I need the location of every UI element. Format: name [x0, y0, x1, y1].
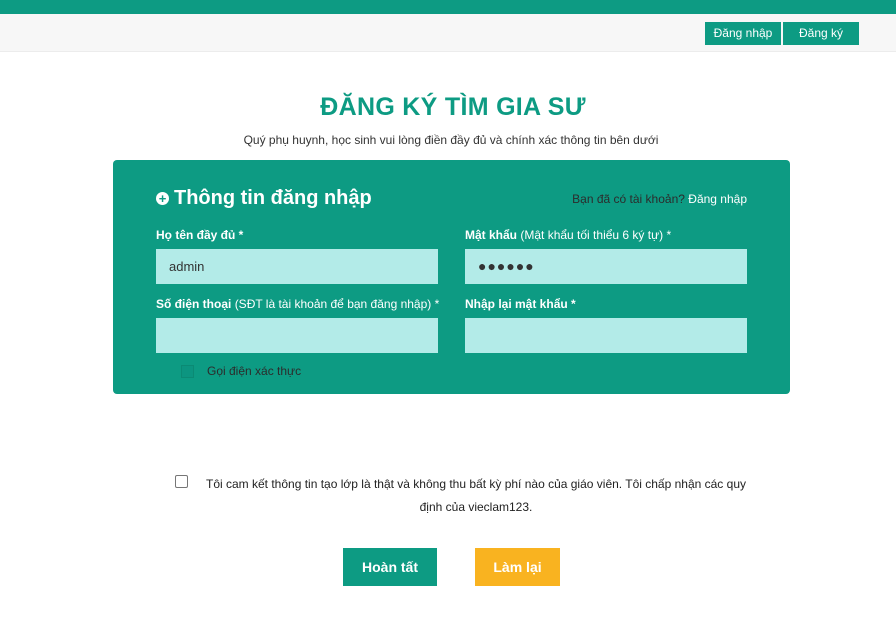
panel-login-link[interactable]: Đăng nhập	[688, 192, 747, 206]
top-accent-bar	[0, 0, 896, 14]
verify-call-checkbox[interactable]	[181, 364, 194, 378]
header-register-button[interactable]: Đăng ký	[783, 22, 859, 45]
phone-label-hint: (SĐT là tài khoản để bạn đăng nhập) *	[234, 297, 440, 311]
phone-label: Số điện thoại (SĐT là tài khoản để bạn đ…	[156, 297, 439, 311]
repassword-input[interactable]	[465, 318, 747, 353]
password-label-hint: (Mật khẩu tối thiểu 6 ký tự) *	[520, 228, 672, 242]
header-login-button[interactable]: Đăng nhập	[705, 22, 781, 45]
panel-title-text: Thông tin đăng nhập	[174, 187, 372, 209]
finish-button[interactable]: Hoàn tất	[343, 548, 437, 586]
header-bar: Đăng nhập Đăng ký	[0, 14, 896, 52]
page-title: ĐĂNG KÝ TÌM GIA SƯ	[320, 93, 586, 121]
panel-title: + Thông tin đăng nhập	[156, 187, 372, 210]
password-label: Mật khẩu (Mật khẩu tối thiểu 6 ký tự) *	[465, 228, 671, 242]
repassword-label: Nhập lại mật khẩu *	[465, 297, 576, 311]
verify-call-label: Gọi điện xác thực	[207, 364, 302, 378]
have-account-text: Bạn đã có tài khoản?	[572, 192, 685, 206]
reset-button[interactable]: Làm lại	[475, 548, 560, 586]
have-account-note: Bạn đã có tài khoản? Đăng nhập	[572, 192, 747, 206]
fullname-label: Họ tên đầy đủ *	[156, 228, 244, 242]
agreement-checkbox[interactable]	[175, 475, 188, 488]
fullname-input[interactable]: admin	[156, 249, 438, 284]
agreement-text: Tôi cam kết thông tin tạo lớp là thật và…	[206, 477, 746, 514]
plus-circle-icon: +	[156, 192, 169, 205]
phone-label-text: Số điện thoại	[156, 297, 232, 311]
password-label-text: Mật khẩu	[465, 228, 518, 242]
verify-call-option[interactable]: Gọi điện xác thực	[181, 364, 301, 378]
phone-input[interactable]	[156, 318, 438, 353]
page-subtitle: Quý phụ huynh, học sinh vui lòng điền đầ…	[243, 133, 659, 147]
login-info-panel: + Thông tin đăng nhập Bạn đã có tài khoả…	[113, 160, 790, 394]
password-input[interactable]: ●●●●●●	[465, 249, 747, 284]
